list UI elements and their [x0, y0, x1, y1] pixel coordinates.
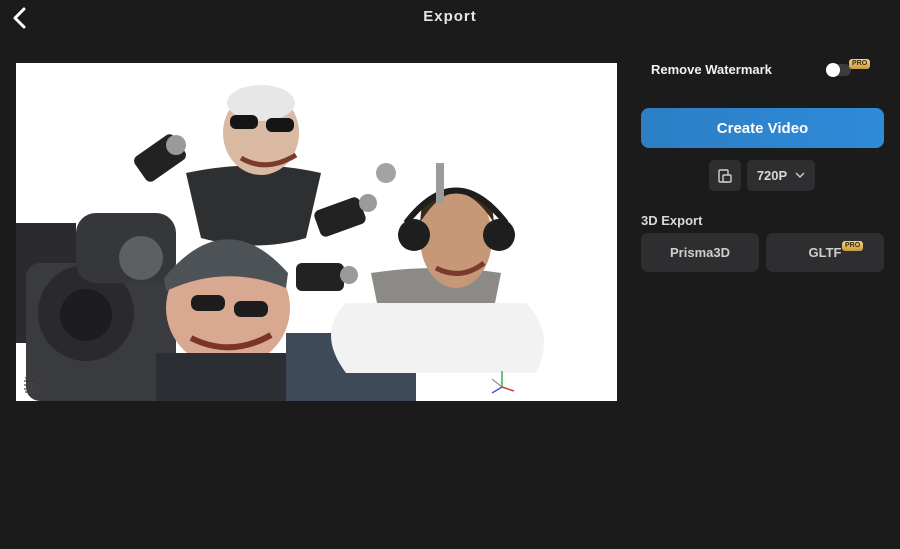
axis-gizmo-icon [491, 371, 515, 394]
3d-export-heading: 3D Export [641, 213, 703, 228]
aspect-ratio-icon [718, 168, 732, 183]
gltf-button[interactable]: GLTF PRO [766, 233, 884, 272]
page-title: Export [423, 8, 477, 25]
resolution-select[interactable]: 720P [747, 160, 815, 191]
scene-illustration [16, 85, 544, 401]
preview-viewport[interactable] [16, 63, 617, 401]
aspect-ratio-button[interactable] [709, 160, 741, 191]
pro-badge: PRO [842, 241, 864, 251]
prisma3d-button[interactable]: Prisma3D [641, 233, 759, 272]
camera-snapshot-icon[interactable] [24, 377, 40, 393]
create-video-button[interactable]: Create Video [641, 108, 884, 148]
remove-watermark-label: Remove Watermark [651, 62, 772, 77]
pro-badge: PRO [849, 59, 871, 69]
remove-watermark-toggle[interactable] [826, 63, 851, 77]
toggle-knob [826, 63, 840, 77]
video-options: 720P [709, 160, 815, 191]
chevron-down-icon [795, 172, 805, 179]
gltf-label: GLTF [808, 245, 842, 260]
resolution-value: 720P [756, 168, 788, 183]
